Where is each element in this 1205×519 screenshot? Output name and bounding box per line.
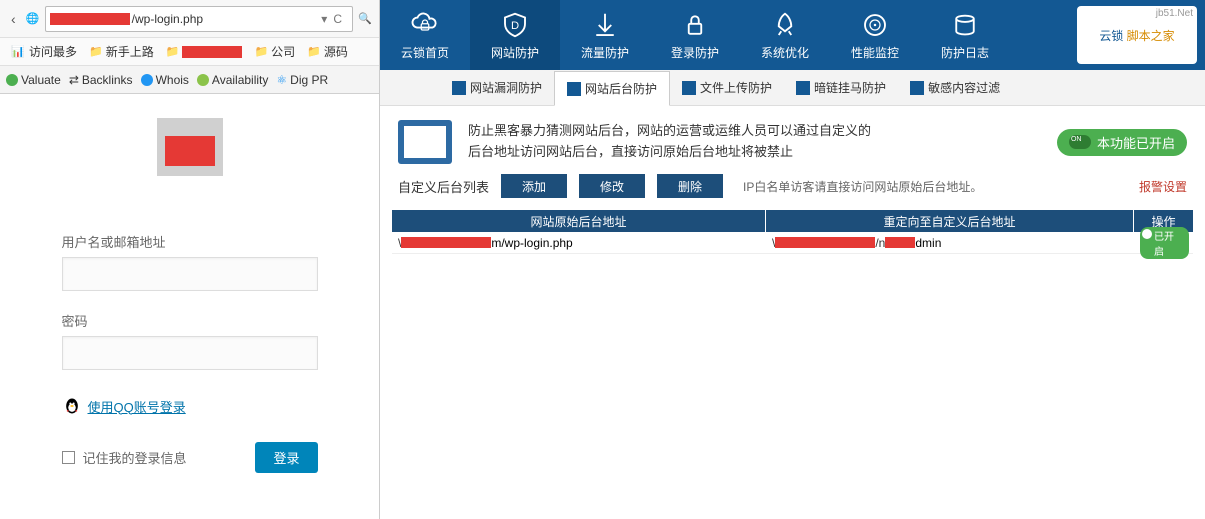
upload-icon — [682, 81, 696, 95]
nav-sys-opt[interactable]: 系统优化 — [740, 0, 830, 70]
redacted-bookmark — [182, 46, 242, 58]
row-enabled-toggle[interactable]: 已开启 — [1140, 227, 1189, 259]
tab-upload[interactable]: 文件上传防护 — [670, 70, 784, 105]
cell-original: \m/wp-login.php — [392, 236, 766, 250]
yunsuo-panel: 云锁首页 D 网站防护 流量防护 登录防护 系统优化 性能监控 防护日志 云锁 … — [380, 0, 1205, 519]
action-row: 自定义后台列表 添加 修改 删除 IP白名单访客请直接访问网站原始后台地址。 报… — [380, 174, 1205, 210]
chart-icon: 📊 — [10, 44, 26, 60]
bookmark-source[interactable]: 源码 — [303, 41, 352, 62]
qq-login-row: 使用QQ账号登录 — [62, 396, 318, 416]
target-icon — [860, 10, 890, 40]
url-badge-c: C — [327, 12, 348, 26]
redacted-host2 — [775, 237, 875, 248]
redacted-domain — [50, 13, 130, 25]
bookmark-most-visited[interactable]: 📊访问最多 — [6, 41, 81, 62]
feature-description: 防止黑客暴力猜测网站后台，网站的运营或运维人员可以通过自定义的 后台地址访问网站… — [380, 106, 1205, 174]
url-path: /wp-login.php — [132, 12, 322, 26]
remember-label[interactable]: 记住我的登录信息 — [62, 448, 187, 467]
password-input[interactable] — [62, 336, 318, 370]
nav-home[interactable]: 云锁首页 — [380, 0, 470, 70]
bookmark-redacted[interactable] — [162, 43, 247, 60]
orig-suffix: m/wp-login.php — [491, 236, 572, 250]
nav-login-protect[interactable]: 登录防护 — [650, 0, 740, 70]
cell-redirect: \/ndmin — [766, 236, 1134, 250]
globe-icon: 🌐 — [25, 11, 41, 27]
nav-log[interactable]: 防护日志 — [920, 0, 1010, 70]
refresh-icon: ⇄ — [69, 73, 79, 87]
browser-pane: ‹ 🌐 /wp-login.php ▾ C 🔍 📊访问最多 新手上路 公司 源码… — [0, 0, 380, 519]
delete-button[interactable]: 删除 — [657, 174, 723, 198]
link-icon — [796, 81, 810, 95]
site-logo — [157, 118, 223, 176]
nav-perf[interactable]: 性能监控 — [830, 0, 920, 70]
feature-thumb-icon — [398, 120, 452, 164]
svg-text:D: D — [511, 19, 519, 31]
add-button[interactable]: 添加 — [501, 174, 567, 198]
bookmark-new-user[interactable]: 新手上路 — [85, 41, 158, 62]
remember-checkbox[interactable] — [62, 451, 75, 464]
bookmark-company[interactable]: 公司 — [250, 41, 299, 62]
url-input[interactable]: /wp-login.php ▾ C — [45, 6, 353, 32]
col-redirect-url: 重定向至自定义后台地址 — [766, 210, 1134, 232]
tab-admin-protect[interactable]: 网站后台防护 — [554, 71, 670, 106]
bracket-icon — [452, 81, 466, 95]
cell-status: 已开启 — [1134, 227, 1193, 259]
list-label: 自定义后台列表 — [398, 177, 489, 196]
tool-backlinks[interactable]: ⇄Backlinks — [69, 73, 133, 87]
log-icon — [950, 10, 980, 40]
tool-digpr[interactable]: ⚛Dig PR — [276, 73, 328, 87]
brand-box[interactable]: 云锁 脚本之家 jb51.Net — [1077, 6, 1197, 64]
traffic-icon — [590, 10, 620, 40]
lock-icon — [680, 10, 710, 40]
tool-whois[interactable]: Whois — [141, 73, 189, 87]
seo-toolbar: Valuate ⇄Backlinks Whois Availability ⚛D… — [0, 66, 379, 94]
redir-suffix: dmin — [915, 236, 941, 250]
back-button[interactable]: ‹ — [6, 11, 21, 27]
redacted-host — [401, 237, 491, 248]
dollar-icon — [6, 74, 18, 86]
edit-button[interactable]: 修改 — [579, 174, 645, 198]
watermark: jb51.Net — [1156, 8, 1193, 19]
rocket-icon — [770, 10, 800, 40]
rules-table: 网站原始后台地址 重定向至自定义后台地址 操作 \m/wp-login.php … — [380, 210, 1205, 254]
top-nav: 云锁首页 D 网站防护 流量防护 登录防护 系统优化 性能监控 防护日志 云锁 … — [380, 0, 1205, 70]
qq-login-link[interactable]: 使用QQ账号登录 — [88, 397, 186, 416]
shield-icon: D — [500, 10, 530, 40]
network-icon: ⚛ — [276, 73, 287, 87]
tool-valuate[interactable]: Valuate — [6, 73, 61, 87]
window-icon — [567, 82, 581, 96]
address-bar: ‹ 🌐 /wp-login.php ▾ C 🔍 — [0, 0, 379, 38]
tab-darklink[interactable]: 暗链挂马防护 — [784, 70, 898, 105]
table-row[interactable]: \m/wp-login.php \/ndmin 已开启 — [392, 232, 1193, 254]
nav-web-protect[interactable]: D 网站防护 — [470, 0, 560, 70]
filter-icon — [910, 81, 924, 95]
desc-line1: 防止黑客暴力猜测网站后台，网站的运营或运维人员可以通过自定义的 — [468, 121, 1041, 142]
toggle-on-icon — [1069, 135, 1091, 149]
qq-penguin-icon — [62, 396, 82, 416]
bookmarks-bar: 📊访问最多 新手上路 公司 源码 — [0, 38, 379, 66]
username-label: 用户名或邮箱地址 — [62, 232, 318, 251]
globe-icon — [141, 74, 153, 86]
cloud-lock-icon — [410, 10, 440, 40]
whitelist-hint: IP白名单访客请直接访问网站原始后台地址。 — [743, 178, 982, 195]
login-submit-button[interactable]: 登录 — [255, 442, 317, 473]
login-form: 用户名或邮箱地址 密码 使用QQ账号登录 记住我的登录信息 登录 — [38, 208, 342, 493]
tool-availability[interactable]: Availability — [197, 73, 268, 87]
sub-tabs: 网站漏洞防护 网站后台防护 文件上传防护 暗链挂马防护 敏感内容过滤 — [380, 70, 1205, 106]
alarm-settings-link[interactable]: 报警设置 — [1139, 178, 1187, 195]
password-label: 密码 — [62, 311, 318, 330]
wp-login-area: 用户名或邮箱地址 密码 使用QQ账号登录 记住我的登录信息 登录 — [0, 94, 379, 519]
col-original-url: 网站原始后台地址 — [392, 210, 766, 232]
tab-sensitive[interactable]: 敏感内容过滤 — [898, 70, 1012, 105]
redacted-path — [885, 237, 915, 248]
check-icon — [197, 74, 209, 86]
tab-vuln[interactable]: 网站漏洞防护 — [440, 70, 554, 105]
desc-line2: 后台地址访问网站后台，直接访问原始后台地址将被禁止 — [468, 142, 1041, 163]
nav-traffic[interactable]: 流量防护 — [560, 0, 650, 70]
username-input[interactable] — [62, 257, 318, 291]
feature-enabled-badge[interactable]: 本功能已开启 — [1057, 129, 1187, 156]
search-icon[interactable]: 🔍 — [357, 11, 373, 27]
